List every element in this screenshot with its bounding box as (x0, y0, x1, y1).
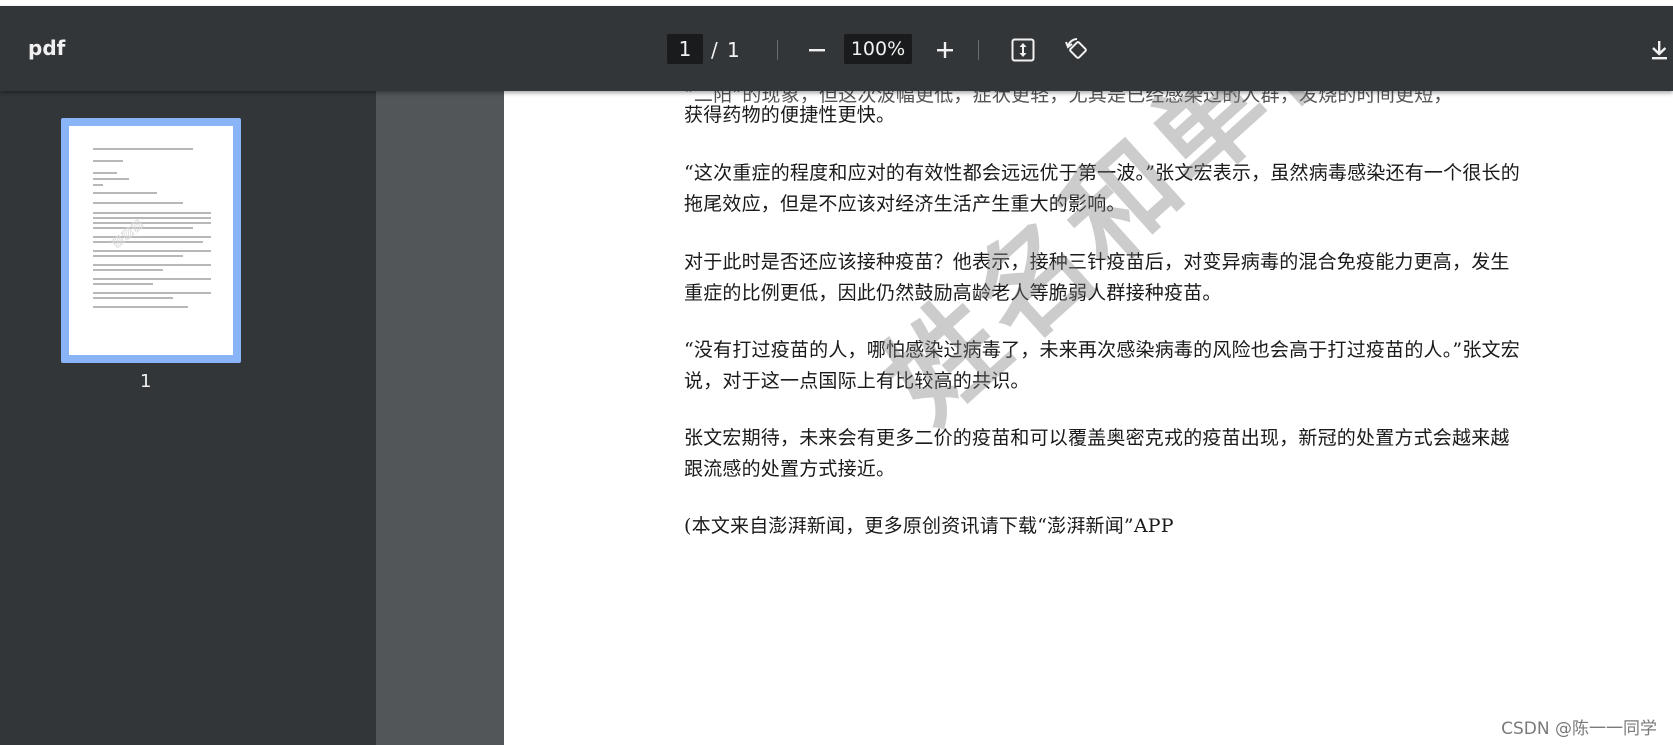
plus-icon (937, 42, 953, 58)
page-thumbnail[interactable]: ▨▨▨ (61, 118, 241, 363)
paragraph: 张文宏期待，未来会有更多二价的疫苗和可以覆盖奥密克戎的疫苗出现，新冠的处置方式会… (684, 427, 1510, 480)
rotate-icon (1065, 38, 1087, 59)
page-number-input[interactable]: 1 (667, 34, 703, 64)
csdn-credit: CSDN @陈一一同学 (1501, 719, 1657, 739)
pdf-page: “二阳”的现象，但这次波幅更低，症状更轻，尤其是已经感染过的人群，发烧的时间更短… (504, 91, 1673, 745)
paragraph: “没有打过疫苗的人，哪怕感染过病毒了，未来再次感染病毒的风险也会高于打过疫苗的人… (684, 339, 1520, 392)
download-button[interactable] (1648, 32, 1673, 68)
thumbnail-page-number: 1 (140, 371, 152, 392)
thumbnail-page: ▨▨▨ (69, 126, 233, 355)
document-title: pdf (28, 36, 66, 60)
zoom-level-input[interactable]: 100% (844, 34, 912, 64)
toolbar-divider (978, 40, 979, 60)
pdf-toolbar: pdf 1 / 1 100% (0, 6, 1673, 91)
paragraph: (本文来自澎湃新闻，更多原创资讯请下载“澎湃新闻”APP (684, 515, 1174, 537)
page-total: 1 (727, 38, 740, 62)
zoom-in-button[interactable] (927, 32, 963, 68)
download-icon (1652, 41, 1667, 60)
thumbnail-sidebar: ▨▨▨ 1 (0, 91, 376, 745)
minus-icon (809, 49, 825, 52)
toolbar-divider (777, 40, 778, 60)
fit-to-page-icon (1011, 38, 1035, 62)
fit-to-page-button[interactable] (1005, 32, 1041, 68)
rotate-button[interactable] (1059, 32, 1095, 68)
zoom-out-button[interactable] (799, 32, 835, 68)
document-viewer[interactable]: “二阳”的现象，但这次波幅更低，症状更轻，尤其是已经感染过的人群，发烧的时间更短… (376, 91, 1673, 745)
page-separator: / (711, 38, 718, 62)
